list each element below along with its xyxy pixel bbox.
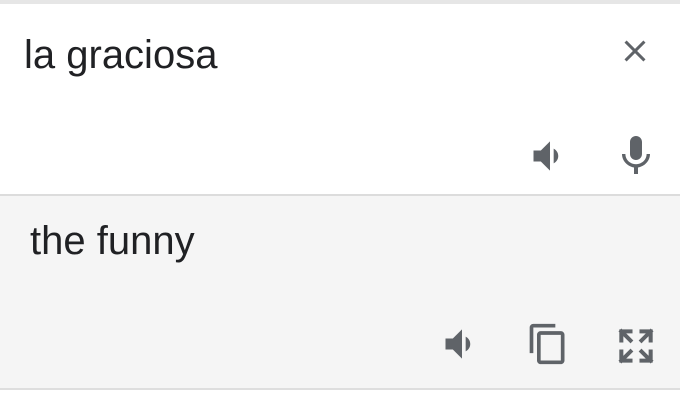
fullscreen-icon[interactable] xyxy=(614,324,658,368)
microphone-icon[interactable] xyxy=(612,132,660,180)
translation-text: the funny xyxy=(30,219,195,263)
source-text-panel[interactable]: la graciosa xyxy=(0,4,680,194)
translation-speaker-icon[interactable] xyxy=(440,322,484,366)
close-icon[interactable] xyxy=(617,33,653,69)
source-text[interactable]: la graciosa xyxy=(24,30,217,80)
page-background xyxy=(0,390,680,403)
source-speaker-icon[interactable] xyxy=(528,134,572,178)
translation-panel: the funny xyxy=(0,196,680,388)
copy-icon[interactable] xyxy=(526,322,570,366)
